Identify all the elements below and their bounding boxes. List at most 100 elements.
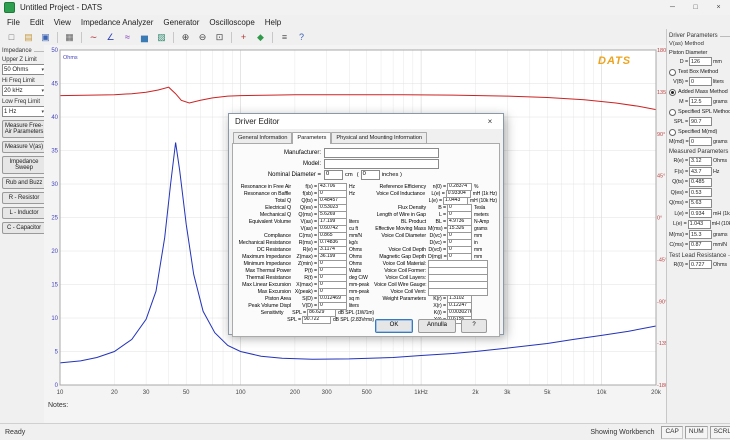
maximize-button[interactable]: □: [684, 0, 707, 15]
frequency-axis-tick-label: 20k: [651, 390, 662, 396]
param-unit: Hz: [347, 191, 355, 197]
cursor-icon[interactable]: +: [236, 31, 251, 44]
window-title: Untitled Project - DATS: [20, 3, 102, 12]
help-icon[interactable]: ?: [294, 31, 309, 44]
ok-button[interactable]: OK: [375, 319, 413, 333]
method-specified-spl-method[interactable]: Specified SPL Method: [669, 109, 730, 116]
menu-view[interactable]: View: [49, 17, 76, 28]
param-value-input[interactable]: 90.722: [302, 316, 331, 324]
menu-generator[interactable]: Generator: [158, 17, 204, 28]
menu-file[interactable]: File: [2, 17, 25, 28]
radio-icon[interactable]: [669, 69, 676, 76]
param-unit: mH (10k Hz): [468, 198, 497, 204]
method-added-mass-method[interactable]: Added Mass Method: [669, 89, 730, 96]
upper-z-limit-select[interactable]: 50 Ohms ▾: [2, 64, 46, 75]
close-button[interactable]: ×: [707, 0, 730, 15]
measured-param-row: Q(es) =0.53: [669, 188, 730, 197]
zoom-out-icon[interactable]: ⊖: [195, 31, 210, 44]
method-label: Specified SPL Method: [678, 109, 730, 115]
dialog-title: Driver Editor: [235, 117, 279, 126]
method-value-input[interactable]: 12.5: [689, 97, 712, 106]
waterfall-plot-icon[interactable]: ▨: [154, 31, 169, 44]
method-value-input[interactable]: 126: [689, 57, 712, 66]
model-input[interactable]: [324, 159, 439, 169]
method-specified-m-md[interactable]: Specified M(md): [669, 129, 730, 136]
measured-param-row: M(ms) =15.3grams: [669, 230, 730, 239]
model-label: Model:: [237, 161, 324, 167]
new-file-icon[interactable]: □: [4, 31, 19, 44]
menu-impedance-analyzer[interactable]: Impedance Analyzer: [76, 17, 159, 28]
param-unit: dB SPL (2.83Vrms): [331, 317, 374, 323]
measured-param-row: F(s) =43.7Hz: [669, 167, 730, 176]
hi-freq-limit-select[interactable]: 20 kHz ▾: [2, 85, 46, 96]
driver-editor-dialog: Driver Editor × General InformationParam…: [228, 113, 504, 335]
param-unit: deg C/W: [347, 275, 368, 281]
phase-plot-icon[interactable]: ∠: [103, 31, 118, 44]
menu-help[interactable]: Help: [260, 17, 286, 28]
menu-oscilloscope[interactable]: Oscilloscope: [204, 17, 259, 28]
param-symbol: S(D) =: [293, 296, 318, 302]
c-capacitor-button[interactable]: C - Capacitor: [2, 222, 46, 234]
impedance-sweep-button[interactable]: Impedance Sweep: [2, 156, 46, 174]
manufacturer-input[interactable]: [324, 148, 439, 158]
tab-parameters[interactable]: Parameters: [292, 132, 331, 144]
impedance-axis-tick-label: 35: [51, 149, 58, 155]
param-label: BL Product: [374, 219, 428, 225]
settings-icon[interactable]: ≡: [277, 31, 292, 44]
radio-selected-icon[interactable]: [669, 89, 676, 96]
save-icon[interactable]: ▣: [38, 31, 53, 44]
titlebar[interactable]: Untitled Project - DATS ─□×: [0, 0, 730, 16]
menu-edit[interactable]: Edit: [25, 17, 49, 28]
marker-icon[interactable]: ◆: [253, 31, 268, 44]
r-resistor-button[interactable]: R - Resistor: [2, 192, 46, 204]
annulla-button[interactable]: Annulla: [418, 319, 456, 333]
param-row: ComplianceC(ms) =0.865mm/N: [237, 232, 374, 239]
toolbar-separator: [81, 32, 82, 43]
param-label: Piston Area: [237, 296, 293, 302]
dialog-titlebar[interactable]: Driver Editor ×: [229, 114, 503, 129]
param-row: Resonance in Free Airf(s) =43.706Hz: [237, 183, 374, 190]
method-test-box-method[interactable]: Test Box Method: [669, 69, 730, 76]
radio-icon[interactable]: [669, 129, 676, 136]
status-flag-scrl: SCRL: [710, 426, 730, 439]
frequency-axis-tick-label: 5k: [544, 390, 551, 396]
tab-general-information[interactable]: General Information: [233, 132, 292, 143]
method-value-input[interactable]: 90.7: [689, 117, 712, 126]
param-unit: Tesla: [472, 205, 485, 211]
low-freq-limit-select[interactable]: 1 Hz ▾: [2, 106, 46, 117]
-button[interactable]: ?: [461, 319, 487, 333]
dialog-close-button[interactable]: ×: [477, 114, 503, 129]
open-folder-icon[interactable]: ▤: [21, 31, 36, 44]
param-label: Equivalent Volume: [237, 219, 293, 225]
param-symbol: L(e) =: [669, 221, 687, 227]
radio-icon[interactable]: [669, 109, 676, 116]
param-label: Voice Coil Inductance: [374, 191, 427, 197]
measure-v-as-button[interactable]: Measure V(as): [2, 141, 46, 153]
nominal-diameter-cm-input[interactable]: 0: [324, 170, 343, 180]
param-symbol: Q(ts) =: [669, 179, 688, 185]
method-value-input[interactable]: 0: [689, 77, 712, 86]
measure-free-air-parameters-button[interactable]: Measure Free-Air Parameters: [2, 120, 46, 138]
param-row: Mechanical QQ(ms) =5.6269: [237, 211, 374, 218]
nominal-diameter-inches-input[interactable]: 0: [361, 170, 380, 180]
param-symbol: K(i) =: [428, 310, 447, 316]
overlay-plot-icon[interactable]: ≈: [120, 31, 135, 44]
measured-value: 0.485: [689, 178, 712, 187]
impedance-sweep-icon[interactable]: ∼: [86, 31, 101, 44]
method-value-input[interactable]: 0: [689, 137, 712, 146]
manufacturer-row: Manufacturer:: [237, 148, 495, 158]
l-inductor-button[interactable]: L - Inductor: [2, 207, 46, 219]
rub-and-buzz-button[interactable]: Rub and Buzz: [2, 177, 46, 189]
dats-watermark: DATS: [598, 55, 631, 67]
minimize-button[interactable]: ─: [661, 0, 684, 15]
param-symbol: P(t) =: [293, 268, 318, 274]
keyboard-status-flags: CAPNUMSCRL: [661, 426, 730, 439]
bar-graph-icon[interactable]: ▅: [137, 31, 152, 44]
zoom-in-icon[interactable]: ⊕: [178, 31, 193, 44]
print-icon[interactable]: ▦: [62, 31, 77, 44]
menubar: FileEditViewImpedance AnalyzerGeneratorO…: [0, 15, 730, 29]
param-symbol: D(vcl) =: [428, 247, 447, 253]
impedance-section-header[interactable]: Impedance: [2, 48, 46, 54]
tab-physical-and-mounting-information[interactable]: Physical and Mounting Information: [331, 132, 427, 143]
zoom-fit-icon[interactable]: ⊡: [212, 31, 227, 44]
